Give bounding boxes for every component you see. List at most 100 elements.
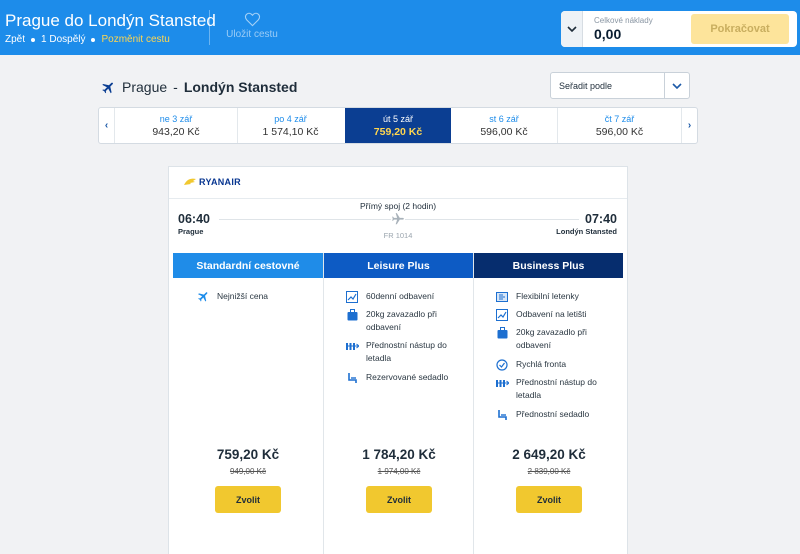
select-fare-button[interactable]: Zvolit [366,486,432,513]
feature-text: Flexibilní letenky [516,291,579,301]
feature-text: Rychlá fronta [516,359,567,369]
chevron-right-icon: › [687,120,692,131]
fare-leisure-plus: Leisure Plus 60denní odbavení 20kg zavaz… [323,253,473,554]
feature-text: Přednostní sedadlo [516,409,590,419]
date-label: čt 7 zář [604,114,635,124]
chart-icon [345,290,359,303]
date-label: út 5 zář [382,114,413,124]
date-label: st 6 zář [489,114,519,124]
fare-feature: 60denní odbavení [324,290,474,303]
date-label: ne 3 zář [159,114,193,124]
route-separator: - [173,79,178,95]
chevron-down-icon [566,26,577,32]
save-trip-label: Uložit cestu [226,29,278,40]
seat-icon [345,371,359,384]
date-option[interactable]: po 4 zář 1 574,10 Kč [237,108,343,143]
fare-old-price: 2 839,00 Kč [527,467,571,476]
bag-icon [495,326,509,339]
total-cost-label: Celkové náklady [594,16,653,25]
fare-name: Leisure Plus [324,253,473,278]
date-price: 759,20 Kč [373,126,423,138]
feature-text: Odbavení na letišti [516,309,587,319]
seat-icon [495,408,509,421]
fare-feature: Přednostní sedadlo [474,408,624,421]
fare-old-price: 949,00 Kč [229,467,267,476]
plane-icon [196,290,210,303]
feature-text: 20kg zavazadlo při odbavení [516,327,587,350]
chart-icon [495,308,509,321]
arrival-time: 07:40 [585,212,617,226]
date-option[interactable]: st 6 zář 596,00 Kč [451,108,557,143]
airline-logo: RYANAIR [183,177,241,187]
fare-price: 2 649,20 Kč [512,447,586,462]
feature-text: Rezervované sedadlo [366,372,449,382]
route-heading: Prague - Londýn Stansted [101,79,297,95]
bag-icon [345,308,359,321]
feature-text: 60denní odbavení [366,291,435,301]
back-link[interactable]: Zpět [5,34,25,45]
fare-feature: Rychlá fronta [474,358,624,371]
plane-icon [391,212,405,226]
fare-feature: Nejnižší cena [173,290,323,303]
fast-track-icon [495,358,509,371]
date-price: 596,00 Kč [595,126,644,138]
date-price: 943,20 Kč [152,126,200,138]
fare-price: 759,20 Kč [216,447,280,462]
date-label: po 4 zář [274,114,307,124]
next-dates-button[interactable]: › [681,108,697,143]
date-option[interactable]: čt 7 zář 596,00 Kč [557,108,681,143]
top-bar: Prague do Londýn Stansted Zpět 1 Dospělý… [0,0,800,55]
fare-feature: Rezervované sedadlo [324,371,454,384]
separator-dot [31,37,36,42]
header-divider [209,10,210,45]
fare-feature: Přednostní nástup do letadla [324,339,454,365]
plane-icon [102,82,113,93]
chevron-left-icon: ‹ [104,120,109,131]
heart-icon [244,12,260,27]
route-origin: Prague [122,79,168,95]
departure-time: 06:40 [178,212,210,226]
fare-old-price: 1 974,00 Kč [377,467,421,476]
fare-name: Standardní cestovné [173,253,323,278]
separator-dot [91,37,96,42]
flight-card: RYANAIR Přímý spoj (2 hodin) 06:40 Pragu… [168,166,628,554]
cost-breakdown-toggle[interactable] [561,11,583,47]
ticket-icon [495,290,509,303]
total-cost-value: 0,00 [594,26,622,42]
route-destination: Londýn Stansted [183,79,298,95]
sort-chevron [664,73,689,98]
fare-feature: Přednostní nástup do letadla [474,376,604,402]
total-cost-box: Celkové náklady 0,00 Pokračovat [561,11,797,47]
change-trip-link[interactable]: Pozměnit cestu [101,34,169,45]
save-trip-button[interactable]: Uložit cestu [224,12,280,40]
fare-standard: Standardní cestovné Nejnižší cena 759,20… [173,253,323,554]
feature-text: 20kg zavazadlo při odbavení [366,309,437,332]
select-fare-button[interactable]: Zvolit [516,486,582,513]
passenger-count: 1 Dospělý [41,34,86,45]
arrival-city: Londýn Stansted [556,227,617,236]
queue-icon [495,376,509,389]
fare-name: Business Plus [474,253,623,278]
fare-feature: 20kg zavazadlo při odbavení [474,326,604,352]
continue-button[interactable]: Pokračovat [691,14,789,44]
page-title: Prague do Londýn Stansted [5,11,216,30]
date-price: 1 574,10 Kč [262,126,319,138]
select-fare-button[interactable]: Zvolit [215,486,281,513]
airline-name: RYANAIR [199,177,241,187]
sub-navigation: Zpět 1 Dospělý Pozměnit cestu [5,34,170,45]
flight-type: Přímý spoj (2 hodin) [359,201,437,211]
date-selector: ‹ ne 3 zář 943,20 Kč po 4 zář 1 574,10 K… [98,107,698,144]
date-option[interactable]: ne 3 zář 943,20 Kč [115,108,237,143]
sort-dropdown[interactable]: Seřadit podle [550,72,690,99]
date-option-selected[interactable]: út 5 zář 759,20 Kč [345,108,451,143]
feature-text: Přednostní nástup do letadla [366,340,447,363]
chevron-down-icon [672,82,682,89]
fare-feature: Flexibilní letenky [474,290,624,303]
previous-dates-button[interactable]: ‹ [99,108,115,143]
date-price: 596,00 Kč [480,126,528,138]
card-divider [169,198,627,199]
fare-business-plus: Business Plus Flexibilní letenky Odbaven… [473,253,623,554]
fare-feature: 20kg zavazadlo při odbavení [324,308,454,334]
fare-price: 1 784,20 Kč [362,447,436,462]
queue-icon [345,339,359,352]
